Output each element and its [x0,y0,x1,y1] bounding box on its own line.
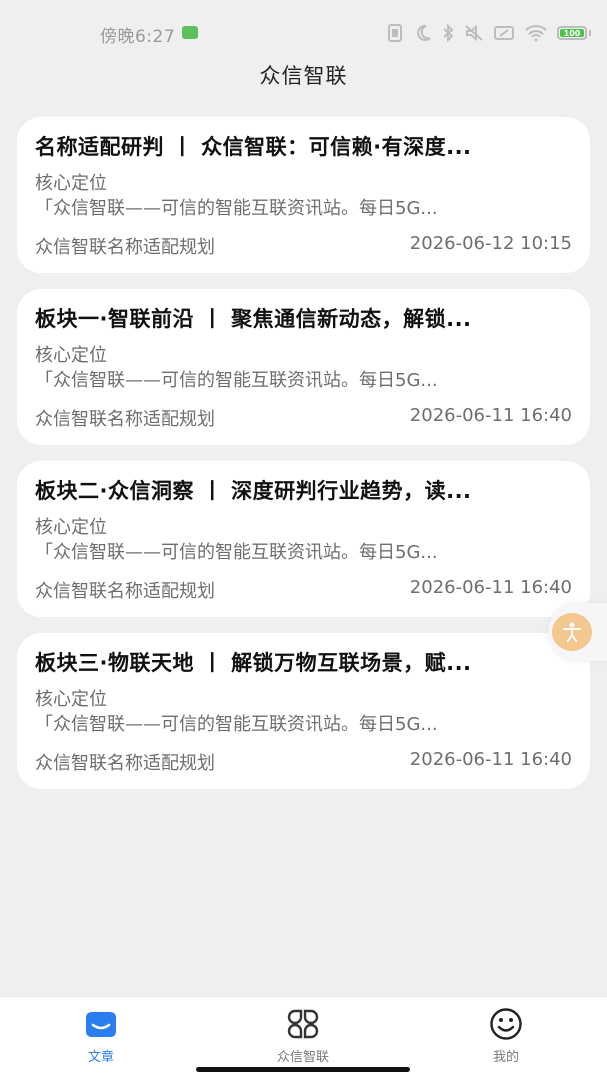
article-date: 2026-06-11 16:40 [409,405,572,426]
mute-icon [464,24,484,42]
grid-icon [243,1007,363,1041]
article-card[interactable]: 板块二·众信洞察 丨 深度研判行业趋势，读... 核心定位 「众信智联——可信的… [17,461,590,617]
smiley-icon [446,1007,566,1041]
article-title: 板块二·众信洞察 丨 深度研判行业趋势，读... [35,479,472,503]
status-time: 傍晚6:27 [100,27,176,47]
article-list: 名称适配研判 丨 众信智联：可信赖·有深度... 核心定位 「众信智联——可信的… [17,117,590,805]
accessibility-float-button[interactable] [548,603,607,661]
moon-icon [414,24,432,42]
article-source: 众信智联名称适配规划 [35,237,215,258]
battery-icon: 100 [557,26,591,40]
article-title: 板块三·物联天地 丨 解锁万物互联场景，赋... [35,651,472,675]
tab-mine[interactable]: 我的 [446,1007,566,1065]
article-source: 众信智联名称适配规划 [35,581,215,602]
article-title: 板块一·智联前沿 丨 聚焦通信新动态，解锁... [35,307,472,331]
bluetooth-icon [441,24,455,42]
article-source: 众信智联名称适配规划 [35,753,215,774]
status-icons: 100 [385,22,591,44]
tab-label: 我的 [492,1050,519,1065]
article-date: 2026-06-11 16:40 [409,749,572,770]
wifi-icon [524,24,548,42]
article-date: 2026-06-11 16:40 [409,577,572,598]
article-label: 核心定位 [35,517,107,538]
tab-articles[interactable]: 文章 [41,1007,161,1065]
article-desc: 「众信智联——可信的智能互联资讯站。每日5G... [35,714,438,735]
article-card[interactable]: 板块一·智联前沿 丨 聚焦通信新动态，解锁... 核心定位 「众信智联——可信的… [17,289,590,445]
article-label: 核心定位 [35,173,107,194]
tab-label: 众信智联 [276,1050,329,1065]
notification-app-icon [182,26,198,39]
vibrate-icon [385,24,405,42]
tab-label: 文章 [87,1050,114,1065]
article-card[interactable]: 板块三·物联天地 丨 解锁万物互联场景，赋... 核心定位 「众信智联——可信的… [17,633,590,789]
article-source: 众信智联名称适配规划 [35,409,215,430]
status-bar: 傍晚6:27 100 [0,0,607,66]
article-date: 2026-06-12 10:15 [409,233,572,254]
accessibility-icon [552,613,592,651]
sim-icon [493,24,515,42]
tab-zhongxin[interactable]: 众信智联 [243,1007,363,1065]
article-icon [41,1007,161,1041]
article-label: 核心定位 [35,345,107,366]
article-desc: 「众信智联——可信的智能互联资讯站。每日5G... [35,198,438,219]
article-desc: 「众信智联——可信的智能互联资讯站。每日5G... [35,370,438,391]
article-label: 核心定位 [35,689,107,710]
battery-level: 100 [560,29,584,38]
home-indicator [196,1067,410,1072]
article-desc: 「众信智联——可信的智能互联资讯站。每日5G... [35,542,438,563]
article-card[interactable]: 名称适配研判 丨 众信智联：可信赖·有深度... 核心定位 「众信智联——可信的… [17,117,590,273]
page-title: 众信智联 [259,64,348,88]
article-title: 名称适配研判 丨 众信智联：可信赖·有深度... [35,135,472,159]
